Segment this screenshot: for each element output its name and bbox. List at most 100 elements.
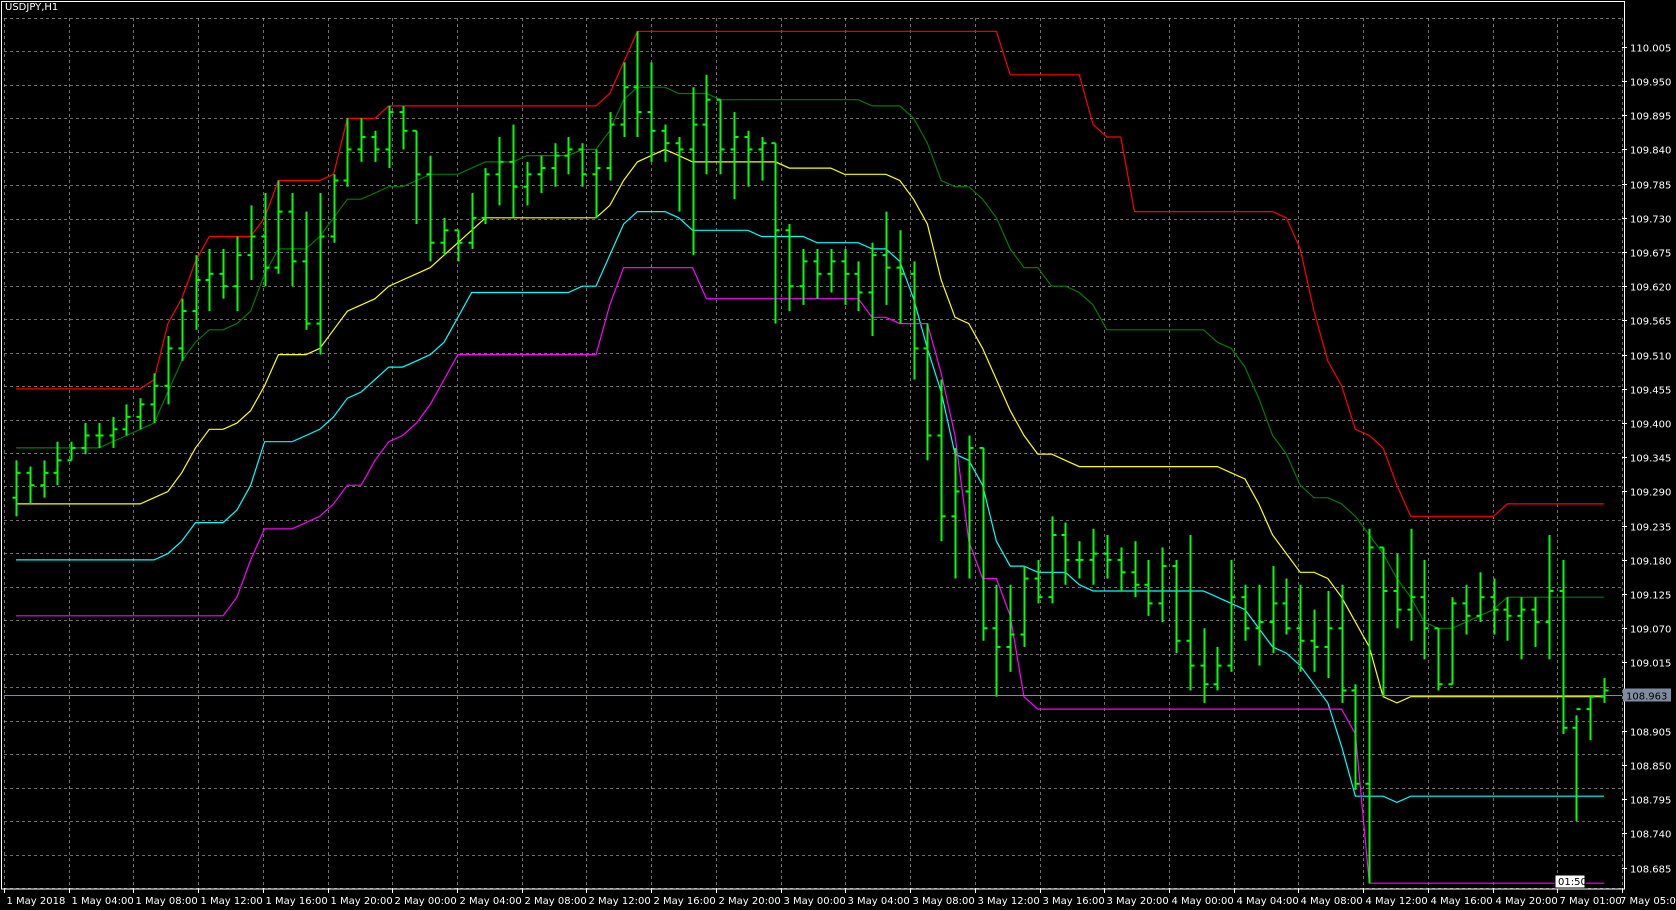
y-tick-label: 109.400 (1630, 420, 1671, 431)
x-tick-label: 4 May 12:00 (1366, 896, 1428, 907)
y-tick-label: 109.235 (1630, 523, 1671, 534)
ohlc-bar (1172, 559, 1181, 654)
ohlc-bar (1282, 578, 1291, 635)
ohlc-bar (178, 298, 187, 361)
ohlc-bar (1269, 566, 1278, 654)
ohlc-bar (1531, 597, 1540, 647)
ohlc-bar (633, 31, 642, 137)
ohlc-bar (1296, 584, 1305, 672)
y-tick-label: 109.510 (1630, 352, 1671, 363)
ohlc-bar (481, 168, 490, 225)
ohlc-bar (813, 248, 822, 299)
ohlc-bar (109, 416, 118, 448)
y-tick-label: 108.795 (1630, 796, 1671, 807)
ohlc-bar (357, 118, 366, 162)
ohlc-bar (1006, 584, 1015, 672)
y-tick-label: 108.850 (1630, 762, 1671, 773)
ohlc-bar (1324, 590, 1333, 679)
ohlc-bar (827, 248, 836, 293)
ohlc-bar (219, 248, 228, 299)
symbol-timeframe-label: USDJPY,H1 (5, 2, 59, 13)
y-tick-label: 109.565 (1630, 317, 1671, 328)
x-tick-label: 3 May 04:00 (848, 896, 910, 907)
ohlc-bar (1351, 684, 1360, 790)
price-axis[interactable]: 110.005 109.950 109.895 109.840 109.785 109.7… (1622, 44, 1671, 876)
ohlc-bar (868, 242, 877, 336)
ohlc-bar (1559, 559, 1568, 734)
ohlc-bar (551, 143, 560, 187)
ohlc-bar (233, 236, 242, 312)
x-tick-label: 7 May 05:00 (1620, 896, 1676, 907)
y-tick-label: 109.455 (1630, 386, 1671, 397)
y-tick-label: 109.675 (1630, 249, 1671, 260)
x-tick-label: 2 May 20:00 (719, 896, 781, 907)
ohlc-bar (758, 136, 767, 181)
ohlc-bar (1379, 546, 1388, 697)
y-tick-label: 109.070 (1630, 625, 1671, 636)
x-tick-label: 4 May 16:00 (1431, 896, 1493, 907)
ohlc-bar (426, 155, 435, 262)
x-tick-label: 1 May 20:00 (331, 896, 393, 907)
ohlc-bar (247, 205, 256, 281)
ohlc-bar (716, 98, 725, 175)
ohlc-bar (523, 161, 532, 206)
ohlc-bar (1503, 597, 1512, 641)
x-tick-label: 4 May 20:00 (1496, 896, 1558, 907)
timer-label: 01:50 (1558, 877, 1587, 888)
ohlc-bar (1407, 528, 1416, 641)
ohlc-bar (1213, 646, 1222, 691)
ohlc-bar (799, 248, 808, 305)
ohlc-bars (12, 31, 1609, 884)
x-tick-label: 4 May 04:00 (1237, 896, 1299, 907)
upper-band-line (16, 30, 1604, 517)
ohlc-bar (1462, 584, 1471, 635)
ohlc-bar (1131, 541, 1140, 598)
ohlc-bar (675, 136, 684, 212)
ohlc-bar (923, 323, 932, 461)
ohlc-bar (274, 180, 283, 274)
ohlc-bar (509, 124, 518, 218)
ohlc-bar (620, 62, 629, 137)
ohlc-bar (896, 230, 905, 324)
time-axis[interactable]: 1 May 2018 1 May 04:00 1 May 08:00 1 May 12… (4, 888, 1676, 907)
ohlc-bar (537, 155, 546, 193)
ohlc-bar (592, 149, 601, 218)
x-tick-label: 1 May 12:00 (201, 896, 263, 907)
y-tick-label: 110.005 (1630, 44, 1671, 55)
x-tick-label: 1 May 04:00 (72, 896, 134, 907)
x-tick-label: 3 May 00:00 (784, 896, 846, 907)
ohlc-bar (1117, 547, 1126, 591)
y-tick-label: 108.905 (1630, 728, 1671, 739)
x-tick-label: 3 May 08:00 (913, 896, 975, 907)
y-tick-label: 109.290 (1630, 488, 1671, 499)
ohlc-bar (1089, 528, 1098, 585)
x-tick-label: 1 May 16:00 (266, 896, 328, 907)
ohlc-bar (882, 211, 891, 305)
price-chart[interactable]: 110.005 109.950 109.895 109.840 109.785 109.7… (0, 0, 1676, 910)
y-tick-label: 109.895 (1630, 112, 1671, 123)
ohlc-bar (316, 192, 325, 355)
ohlc-bar (40, 460, 49, 498)
x-tick-label: 4 May 08:00 (1301, 896, 1363, 907)
y-tick-label: 109.620 (1630, 283, 1671, 294)
y-tick-label: 109.125 (1630, 591, 1671, 602)
ohlc-bar (164, 335, 173, 405)
ohlc-bar (1075, 541, 1084, 579)
ohlc-bar (95, 423, 104, 448)
x-tick-label: 2 May 00:00 (395, 896, 457, 907)
ohlc-bar (841, 248, 850, 305)
ohlc-bar (965, 435, 974, 579)
ohlc-bar (412, 129, 421, 225)
ohlc-bar (440, 217, 449, 256)
plot-border (1, 1, 1625, 890)
y-tick-label: 108.685 (1630, 865, 1671, 876)
ohlc-bar (330, 174, 339, 243)
x-tick-label: 1 May 08:00 (136, 896, 198, 907)
ohlc-bar (992, 584, 1001, 697)
ohlc-bar (785, 224, 794, 312)
ohlc-bar (67, 441, 76, 462)
ohlc-bar (468, 192, 477, 249)
ohlc-bar (26, 466, 35, 504)
chart-frame (1, 1, 1625, 890)
ohlc-bar (399, 105, 408, 150)
